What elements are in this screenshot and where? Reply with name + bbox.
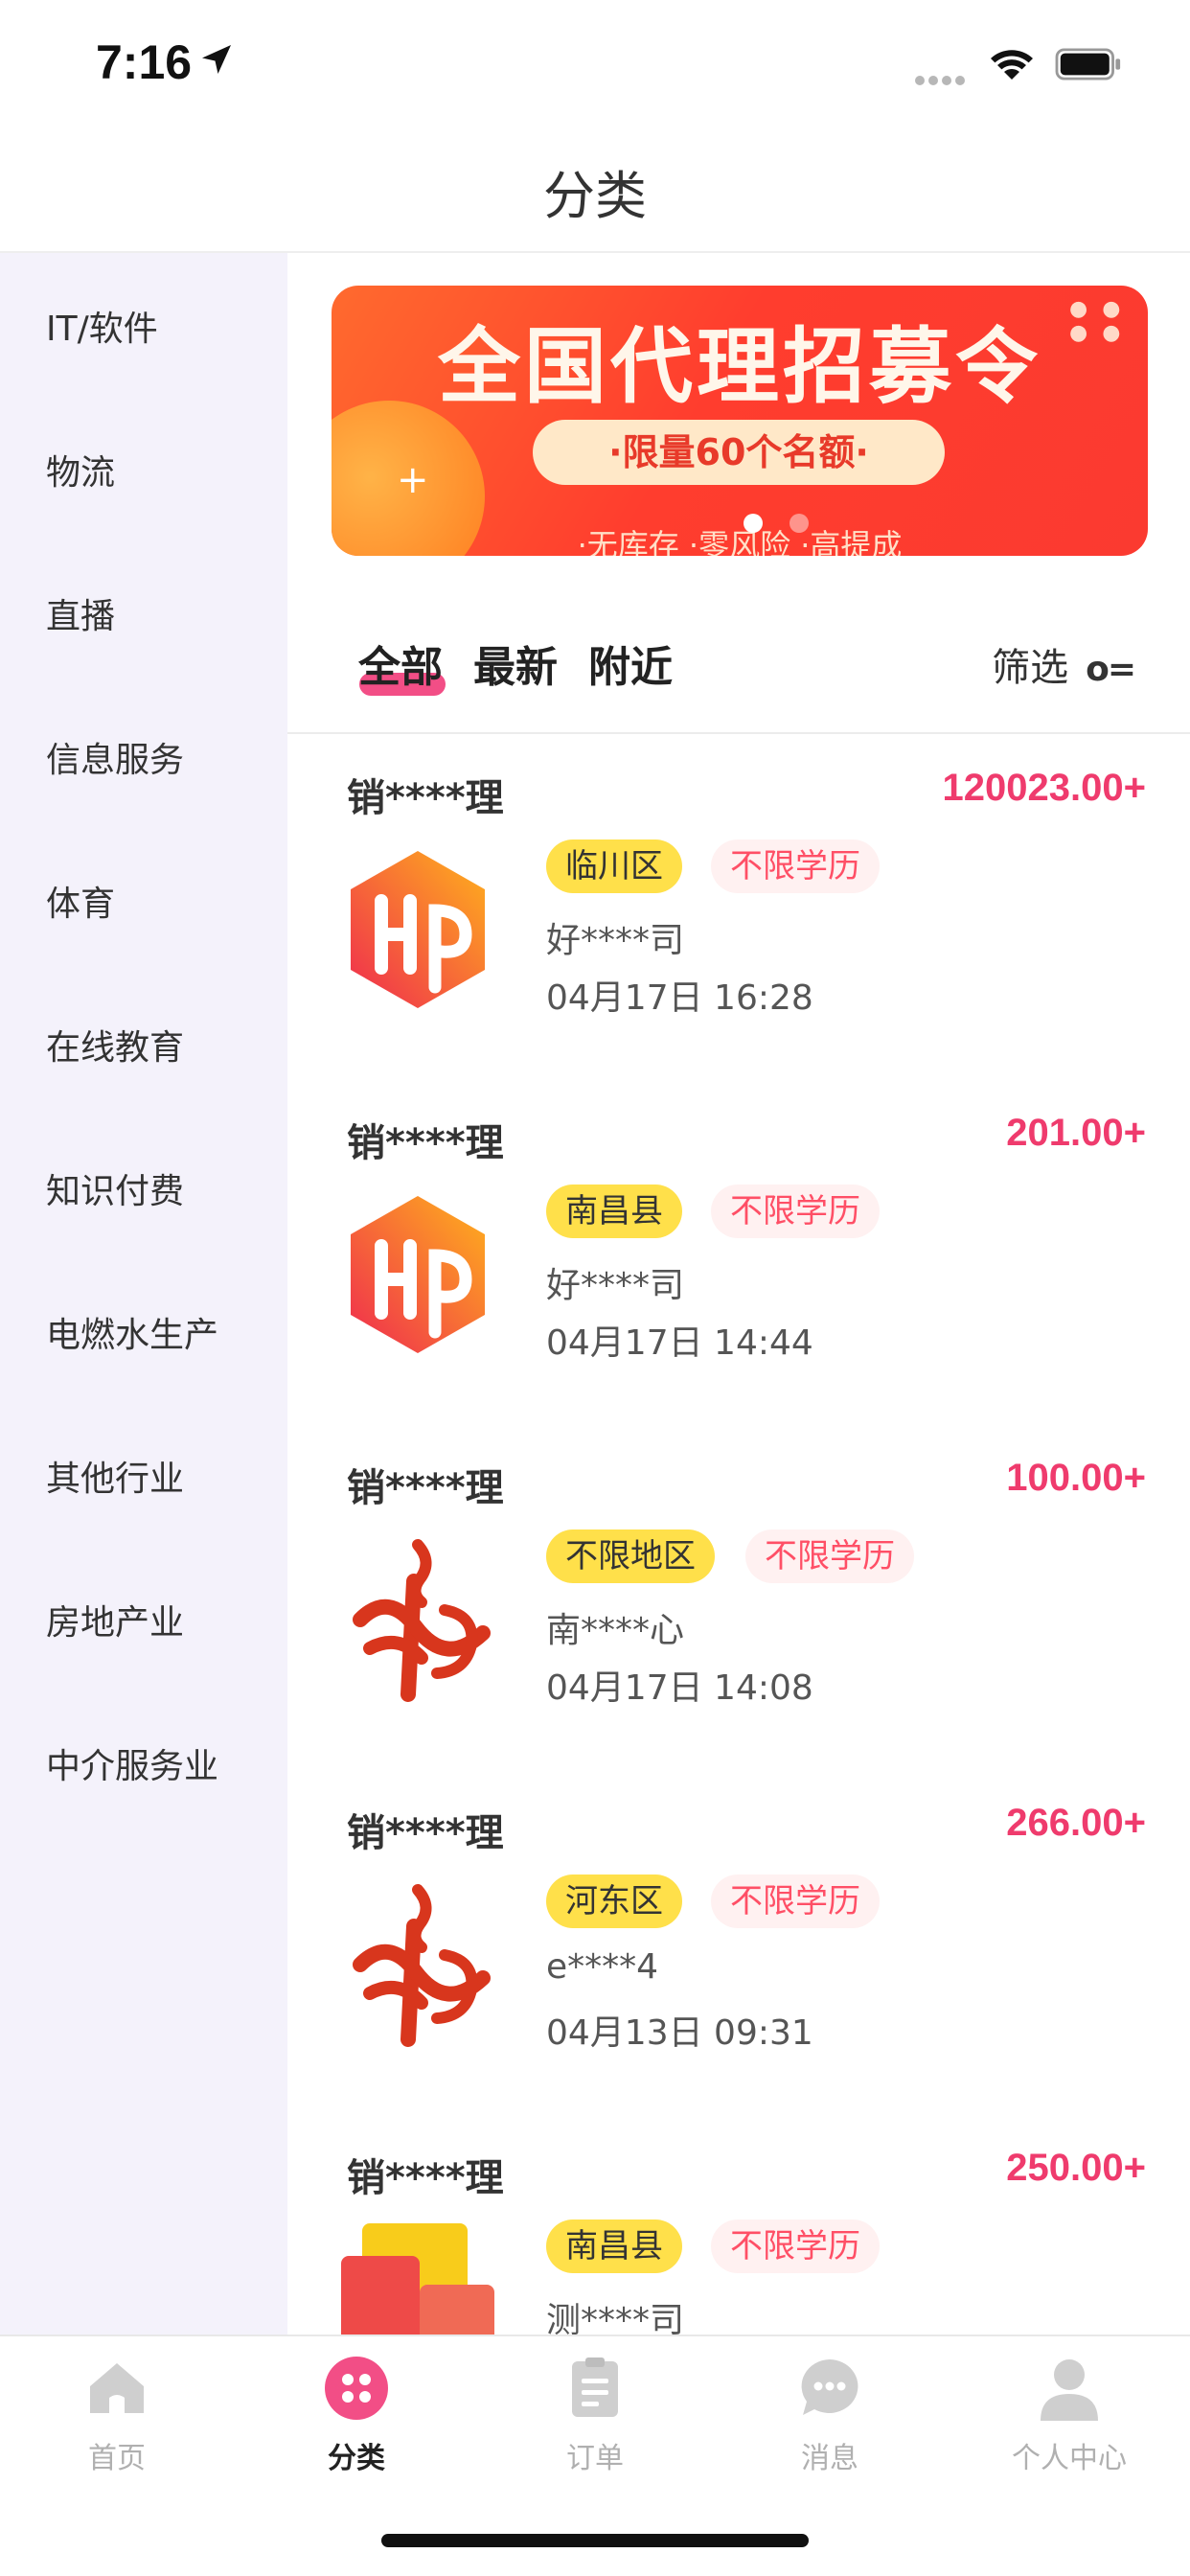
job-time: 04月13日 09:31: [546, 2013, 813, 2053]
banner-dot: [790, 514, 809, 533]
banner-quota-pill: ·限量60个名额·: [533, 420, 945, 485]
job-company: 好****司: [546, 921, 685, 960]
battery-icon: [1055, 48, 1121, 80]
category-icon: [325, 2357, 388, 2420]
sidebar-item-real-estate[interactable]: 房地产业: [46, 1595, 184, 1644]
location-arrow-icon: [202, 45, 231, 74]
home-icon: [90, 2363, 144, 2413]
job-salary: 266.00+: [1006, 1802, 1146, 1844]
area-tag: 不限地区: [546, 1530, 715, 1583]
filter-icon: o=: [1086, 650, 1136, 689]
job-title: 销****理: [347, 2156, 504, 2200]
job-salary: 100.00+: [1006, 1457, 1146, 1499]
banner-page-indicator: [744, 514, 835, 537]
sidebar-item-info-services[interactable]: 信息服务: [46, 732, 184, 782]
job-list-item[interactable]: 销****理 250.00+ 南昌县 不限学历 测****司: [287, 2118, 1190, 2334]
sidebar-item-logistics[interactable]: 物流: [46, 445, 115, 494]
tabbar-label: 个人中心: [1012, 2442, 1127, 2475]
sidebar-item-livestream[interactable]: 直播: [46, 588, 115, 638]
sidebar-item-intermediary[interactable]: 中介服务业: [46, 1738, 218, 1788]
red-swirl-logo-icon: [353, 1539, 491, 1702]
job-company: 测****司: [546, 2301, 685, 2334]
order-icon: [572, 2358, 618, 2417]
tabbar-item-orders[interactable]: 订单: [499, 2354, 691, 2476]
sidebar-item-sports[interactable]: 体育: [46, 876, 115, 926]
education-tag: 不限学历: [711, 1184, 880, 1238]
wifi-icon: [991, 50, 1033, 80]
tab-all[interactable]: 全部: [358, 632, 443, 694]
job-salary: 250.00+: [1006, 2147, 1146, 2189]
education-tag: 不限学历: [745, 1530, 914, 1583]
job-title: 销****理: [347, 776, 504, 820]
area-tag: 临川区: [546, 840, 682, 893]
job-salary: 201.00+: [1006, 1112, 1146, 1154]
job-salary: 120023.00+: [942, 767, 1146, 809]
banner-title: 全国代理招募令: [438, 319, 1041, 415]
banner-footer-text: ·无库存 ·零风险 ·高提成: [577, 527, 903, 556]
education-tag: 不限学历: [711, 1874, 880, 1928]
tab-latest[interactable]: 最新: [473, 632, 558, 694]
tabbar-item-profile[interactable]: 个人中心: [973, 2354, 1165, 2476]
filter-tabs: 全部 最新 附近 筛选 o=: [287, 594, 1190, 728]
tabbar-label: 分类: [328, 2442, 385, 2475]
hp-logo-icon: [351, 1196, 485, 1353]
sidebar-item-other-industries[interactable]: 其他行业: [46, 1451, 184, 1501]
area-tag: 南昌县: [546, 1184, 682, 1238]
job-time: 04月17日 14:08: [546, 1668, 813, 1708]
area-tag: 南昌县: [546, 2220, 682, 2273]
job-list-item[interactable]: 销****理 100.00+ 不限地区 不限学历 南****心 04月17日 1…: [287, 1428, 1190, 1773]
sidebar-item-utilities[interactable]: 电燃水生产: [46, 1307, 218, 1357]
education-tag: 不限学历: [711, 840, 880, 893]
tabbar-item-home[interactable]: 首页: [21, 2354, 213, 2476]
hp-logo-icon: [351, 851, 485, 1008]
tabs-divider: [287, 732, 1190, 734]
job-title: 销****理: [347, 1466, 504, 1510]
sidebar-item-online-education[interactable]: 在线教育: [46, 1020, 184, 1070]
block-logo-icon: [341, 2223, 494, 2334]
sidebar-item-it-software[interactable]: IT/软件: [46, 301, 158, 351]
page-title: 分类: [543, 166, 647, 226]
filter-label: 筛选: [992, 646, 1069, 690]
message-icon: [801, 2359, 858, 2415]
tabbar-label: 消息: [801, 2442, 858, 2475]
job-list-item[interactable]: 销****理 120023.00+ 临川区 不限学历 好****司 04月17日…: [287, 738, 1190, 1083]
education-tag: 不限学历: [711, 2220, 880, 2273]
tabbar-label: 首页: [88, 2442, 146, 2475]
red-swirl-logo-icon: [353, 1884, 491, 2047]
filter-button[interactable]: 筛选 o=: [992, 636, 1136, 692]
status-time: 7:16: [96, 35, 193, 89]
banner-dot-active: [744, 514, 763, 533]
home-indicator[interactable]: [381, 2534, 809, 2547]
job-title: 销****理: [347, 1121, 504, 1165]
tabbar-label: 订单: [566, 2442, 624, 2475]
category-sidebar: IT/软件 物流 直播 信息服务 体育 在线教育 知识付费 电燃水生产 其他行业…: [0, 253, 287, 2336]
tabbar-item-category[interactable]: 分类: [261, 2354, 452, 2476]
tabbar-item-messages[interactable]: 消息: [734, 2354, 926, 2476]
tab-nearby[interactable]: 附近: [588, 632, 673, 694]
job-list-item[interactable]: 销****理 266.00+ 河东区 不限学历 e****4 04月13日 09…: [287, 1773, 1190, 2118]
job-list-item[interactable]: 销****理 201.00+ 南昌县 不限学历 好****司 04月17日 14…: [287, 1083, 1190, 1428]
status-bar: 7:16: [0, 0, 1190, 126]
banner-sparkle-icon: +: [397, 458, 429, 502]
job-time: 04月17日 16:28: [546, 978, 813, 1018]
promo-banner[interactable]: + ● ● ● ● 全国代理招募令 ·限量60个名额· ·无库存 ·零风险 ·高…: [332, 286, 1148, 556]
area-tag: 河东区: [546, 1874, 682, 1928]
job-company: 南****心: [546, 1611, 685, 1650]
job-company: 好****司: [546, 1266, 685, 1305]
job-time: 04月17日 14:44: [546, 1323, 813, 1363]
job-company: e****4: [546, 1947, 659, 1987]
cellular-signal-icon: [915, 71, 969, 89]
sidebar-item-paid-knowledge[interactable]: 知识付费: [46, 1163, 184, 1213]
job-title: 销****理: [347, 1811, 504, 1855]
profile-icon: [1041, 2359, 1098, 2421]
